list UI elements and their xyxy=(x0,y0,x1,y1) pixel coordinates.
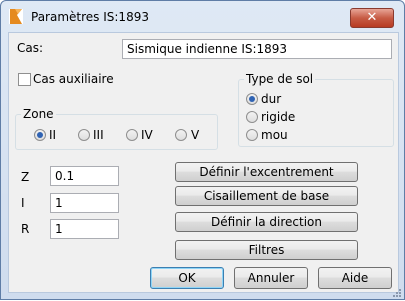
resize-grip-icon[interactable] xyxy=(392,287,402,297)
zone-option-iv: IV xyxy=(141,128,153,142)
title-bar[interactable]: Paramètres IS:1893 ✕ xyxy=(1,1,404,31)
aide-button[interactable]: Aide xyxy=(318,267,392,289)
cisaillement-de-base-button[interactable]: Cisaillement de base xyxy=(175,186,358,206)
zone-option-ii: II xyxy=(49,128,57,142)
sol-radio-dur[interactable] xyxy=(246,93,258,105)
cas-auxiliaire-checkbox[interactable] xyxy=(18,73,31,86)
zone-radio-iii[interactable] xyxy=(78,129,90,141)
cas-label: Cas: xyxy=(17,41,44,55)
sol-option-mou: mou xyxy=(261,128,288,142)
annuler-button[interactable]: Annuler xyxy=(234,267,308,289)
r-label: R xyxy=(21,222,30,236)
dialog-body: Cas: Sismique indienne IS:1893 Cas auxil… xyxy=(8,32,399,293)
z-field[interactable]: 0.1 xyxy=(50,166,119,186)
r-field[interactable]: 1 xyxy=(50,219,119,239)
sol-radio-rigide[interactable] xyxy=(246,111,258,123)
i-field[interactable]: 1 xyxy=(50,193,119,213)
zone-radio-iv[interactable] xyxy=(126,129,138,141)
close-icon: ✕ xyxy=(366,10,378,25)
type-de-sol-title: Type de sol xyxy=(244,72,316,86)
window-title: Paramètres IS:1893 xyxy=(31,10,149,24)
sol-option-dur: dur xyxy=(261,92,282,106)
zone-radio-ii[interactable] xyxy=(34,129,46,141)
filtres-button[interactable]: Filtres xyxy=(175,240,358,260)
zone-group-title: Zone xyxy=(21,107,56,121)
zone-radio-v[interactable] xyxy=(175,129,187,141)
cas-field[interactable]: Sismique indienne IS:1893 xyxy=(122,39,392,59)
sol-radio-mou[interactable] xyxy=(246,129,258,141)
zone-option-iii: III xyxy=(93,128,104,142)
close-button[interactable]: ✕ xyxy=(350,8,394,28)
sol-option-rigide: rigide xyxy=(261,110,296,124)
zone-option-v: V xyxy=(191,128,200,142)
definir-excentrement-button[interactable]: Définir l'excentrement xyxy=(175,162,358,182)
cas-auxiliaire-label: Cas auxiliaire xyxy=(33,72,114,86)
z-label: Z xyxy=(21,170,30,184)
dialog-window: Paramètres IS:1893 ✕ Cas: Sismique indie… xyxy=(0,0,405,300)
i-label: I xyxy=(21,196,25,210)
definir-direction-button[interactable]: Définir la direction xyxy=(175,212,358,232)
ok-button[interactable]: OK xyxy=(150,267,224,289)
app-logo-icon xyxy=(9,9,23,24)
